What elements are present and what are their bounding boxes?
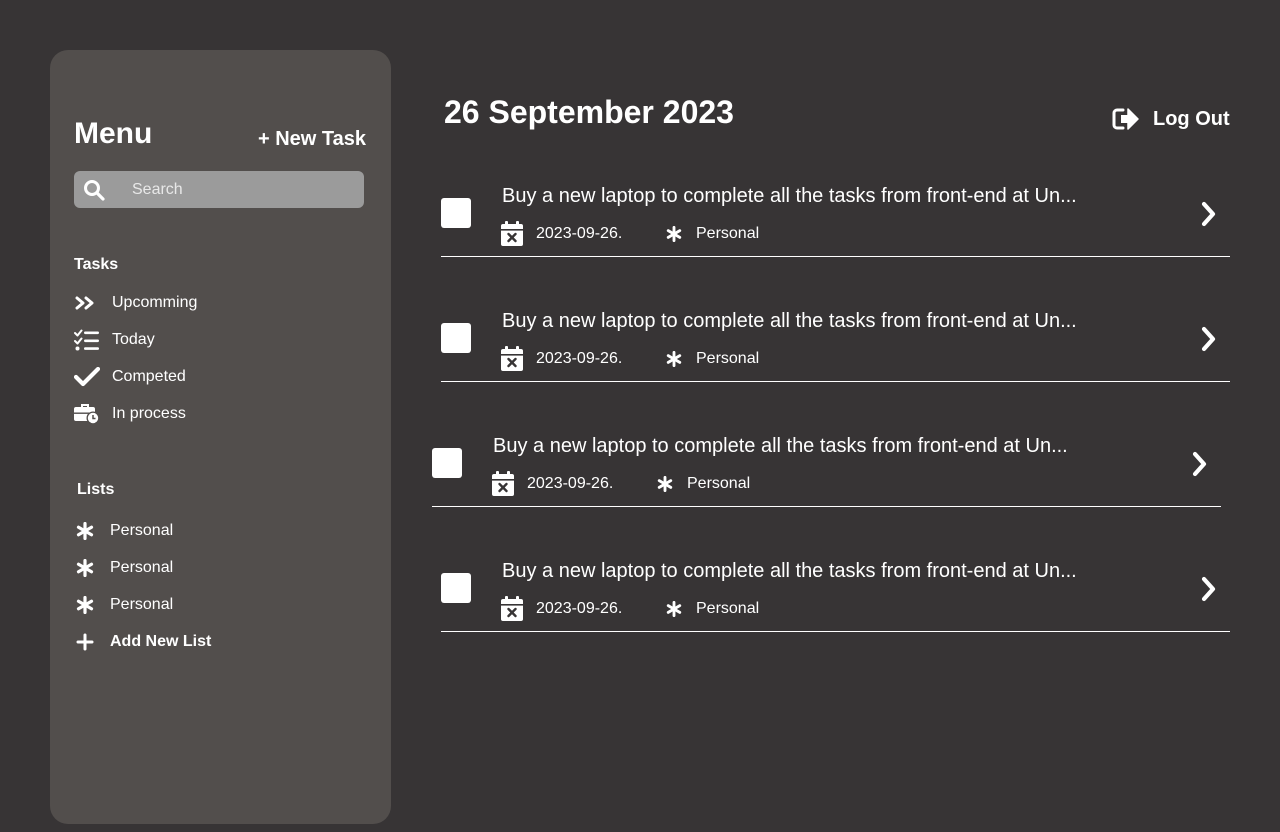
task-checkbox[interactable] xyxy=(441,573,471,603)
sidebar-list-label: Personal xyxy=(110,596,174,613)
sidebar-item-upcoming[interactable]: Upcomming xyxy=(74,290,197,316)
task-list-label: Personal xyxy=(696,600,760,617)
plus-icon xyxy=(76,629,102,655)
tasks-heading: Tasks xyxy=(74,256,119,273)
checklist-icon xyxy=(74,327,100,353)
asterisk-icon xyxy=(666,600,684,618)
chevron-right-icon[interactable] xyxy=(1190,450,1210,478)
task-list-label: Personal xyxy=(696,350,760,367)
sidebar-list-personal[interactable]: Personal xyxy=(76,555,173,581)
new-task-button[interactable]: + New Task xyxy=(258,126,366,152)
asterisk-icon xyxy=(76,592,102,618)
page-title-date: 26 September 2023 xyxy=(444,94,734,130)
task-row[interactable]: Buy a new laptop to complete all the tas… xyxy=(432,382,1221,507)
calendar-x-icon xyxy=(500,596,524,622)
task-title[interactable]: Buy a new laptop to complete all the tas… xyxy=(502,183,1142,209)
add-new-list-label: Add New List xyxy=(110,633,212,650)
calendar-x-icon xyxy=(500,346,524,372)
asterisk-icon xyxy=(76,518,102,544)
sidebar-list-label: Personal xyxy=(110,522,174,539)
task-meta: 2023-09-26. Personal xyxy=(491,470,750,498)
logout-button[interactable]: Log Out xyxy=(1112,106,1230,132)
task-checkbox[interactable] xyxy=(441,323,471,353)
logout-icon xyxy=(1112,106,1140,132)
sidebar-item-in-process[interactable]: In process xyxy=(74,401,186,427)
calendar-x-icon xyxy=(491,471,515,497)
asterisk-icon xyxy=(666,350,684,368)
sidebar-list-personal[interactable]: Personal xyxy=(76,592,173,618)
sidebar-list-personal[interactable]: Personal xyxy=(76,518,173,544)
chevron-right-icon[interactable] xyxy=(1199,575,1219,603)
task-list-label: Personal xyxy=(687,475,751,492)
sidebar: Menu + New Task Tasks Upcomming xyxy=(50,50,391,824)
task-meta: 2023-09-26. Personal xyxy=(500,345,759,373)
task-title[interactable]: Buy a new laptop to complete all the tas… xyxy=(502,308,1142,334)
check-icon xyxy=(74,364,100,390)
task-date: 2023-09-26. xyxy=(527,475,614,492)
task-meta: 2023-09-26. Personal xyxy=(500,220,759,248)
asterisk-icon xyxy=(76,555,102,581)
task-checkbox[interactable] xyxy=(441,198,471,228)
add-new-list-button[interactable]: Add New List xyxy=(76,629,211,655)
task-list-label: Personal xyxy=(696,225,760,242)
task-title[interactable]: Buy a new laptop to complete all the tas… xyxy=(502,558,1142,584)
task-meta: 2023-09-26. Personal xyxy=(500,595,759,623)
lists-heading: Lists xyxy=(77,481,115,498)
task-row[interactable]: Buy a new laptop to complete all the tas… xyxy=(441,257,1230,382)
asterisk-icon xyxy=(657,475,675,493)
menu-title: Menu xyxy=(74,117,153,150)
search-icon xyxy=(83,179,105,201)
search-box[interactable] xyxy=(74,171,364,208)
task-date: 2023-09-26. xyxy=(536,225,623,242)
sidebar-item-label: Today xyxy=(112,331,155,348)
double-chevron-right-icon xyxy=(74,290,100,316)
sidebar-item-label: Upcomming xyxy=(112,294,198,311)
search-input[interactable] xyxy=(124,171,362,208)
sidebar-list-label: Personal xyxy=(110,559,174,576)
logout-label: Log Out xyxy=(1153,108,1230,130)
task-title[interactable]: Buy a new laptop to complete all the tas… xyxy=(493,433,1133,459)
sidebar-item-completed[interactable]: Competed xyxy=(74,364,186,390)
task-row[interactable]: Buy a new laptop to complete all the tas… xyxy=(441,507,1230,632)
briefcase-clock-icon xyxy=(74,401,100,427)
task-date: 2023-09-26. xyxy=(536,350,623,367)
chevron-right-icon[interactable] xyxy=(1199,325,1219,353)
sidebar-item-label: In process xyxy=(112,405,186,422)
task-checkbox[interactable] xyxy=(432,448,462,478)
calendar-x-icon xyxy=(500,221,524,247)
chevron-right-icon[interactable] xyxy=(1199,200,1219,228)
task-date: 2023-09-26. xyxy=(536,600,623,617)
task-row[interactable]: Buy a new laptop to complete all the tas… xyxy=(441,132,1230,257)
asterisk-icon xyxy=(666,225,684,243)
sidebar-item-today[interactable]: Today xyxy=(74,327,155,353)
sidebar-item-label: Competed xyxy=(112,368,186,385)
